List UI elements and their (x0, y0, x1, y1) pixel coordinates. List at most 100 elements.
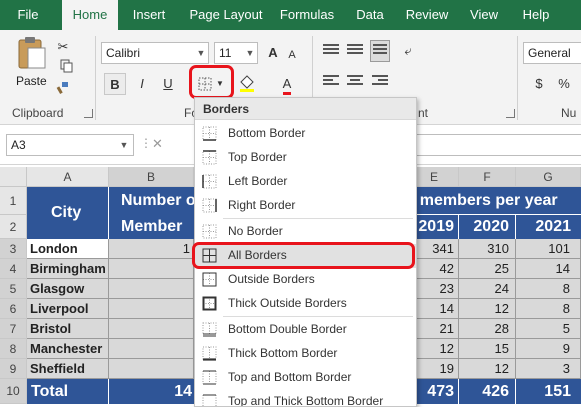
menu-item-thick-outside-borders[interactable]: Thick Outside Borders (195, 292, 416, 316)
value-cell[interactable]: 12 (459, 299, 516, 319)
align-middle-icon[interactable] (347, 44, 363, 58)
row-header-7[interactable]: 7 (0, 319, 27, 339)
tab-home[interactable]: Home (62, 0, 118, 30)
italic-button[interactable]: I (132, 73, 152, 95)
city-header-cell[interactable]: City (27, 187, 109, 239)
value-cell[interactable] (109, 279, 194, 299)
menu-item-bottom-double-border[interactable]: Bottom Double Border (195, 318, 416, 342)
total-cell[interactable]: 473 (410, 379, 459, 404)
align-center-icon[interactable] (347, 75, 363, 89)
menu-item-right-border[interactable]: Right Border (195, 194, 416, 218)
value-cell[interactable]: 23 (410, 279, 459, 299)
select-all-corner[interactable] (0, 167, 27, 187)
number-format-dropdown[interactable]: General (523, 42, 581, 64)
row-header-8[interactable]: 8 (0, 339, 27, 359)
decrease-font-button[interactable]: A (284, 44, 300, 66)
value-cell[interactable]: 8 (516, 299, 581, 319)
tab-review[interactable]: Review (402, 0, 452, 30)
menu-item-no-border[interactable]: No Border (195, 220, 416, 244)
city-cell[interactable]: Glasgow (27, 279, 109, 299)
formula-input[interactable] (414, 134, 581, 156)
value-cell[interactable] (109, 259, 194, 279)
tab-data[interactable]: Data (350, 0, 390, 30)
column-header-g[interactable]: G (516, 167, 581, 187)
year-header-cell[interactable]: 2020 (459, 215, 516, 239)
value-cell[interactable]: 5 (516, 319, 581, 339)
menu-item-left-border[interactable]: Left Border (195, 170, 416, 194)
menu-item-top-and-thick-bottom-border[interactable]: Top and Thick Bottom Border (195, 390, 416, 406)
total-cell[interactable]: 14 (109, 379, 194, 404)
bold-button[interactable]: B (104, 73, 126, 95)
value-cell[interactable]: 14 (516, 259, 581, 279)
menu-item-top-border[interactable]: Top Border (195, 146, 416, 170)
row-header-9[interactable]: 9 (0, 359, 27, 379)
value-cell[interactable]: 341 (410, 239, 459, 259)
value-cell[interactable]: 19 (410, 359, 459, 379)
column-header-a[interactable]: A (27, 167, 109, 187)
row-header-3[interactable]: 3 (0, 239, 27, 259)
tab-view[interactable]: View (464, 0, 504, 30)
city-cell[interactable]: London (27, 239, 109, 259)
tab-help[interactable]: Help (514, 0, 558, 30)
percent-style-button[interactable]: % (554, 73, 574, 95)
value-cell[interactable]: 24 (459, 279, 516, 299)
alignment-dialog-launcher[interactable] (506, 109, 515, 118)
column-header-f[interactable]: F (459, 167, 516, 187)
font-size-dropdown[interactable]: 11 ▼ (214, 42, 258, 64)
accounting-format-button[interactable]: $ (529, 73, 549, 95)
value-cell[interactable]: 25 (459, 259, 516, 279)
name-box[interactable]: A3 ▼ (6, 134, 134, 156)
value-cell[interactable] (109, 319, 194, 339)
font-color-button[interactable]: A (274, 73, 300, 95)
menu-item-outside-borders[interactable]: Outside Borders (195, 268, 416, 292)
value-cell[interactable]: 101 (516, 239, 581, 259)
tab-page-layout[interactable]: Page Layout (184, 0, 268, 30)
clipboard-dialog-launcher[interactable] (84, 109, 93, 118)
row-header-4[interactable]: 4 (0, 259, 27, 279)
value-cell[interactable]: 12 (459, 359, 516, 379)
value-cell[interactable]: 15 (459, 339, 516, 359)
tab-insert[interactable]: Insert (124, 0, 174, 30)
value-cell[interactable]: 9 (516, 339, 581, 359)
underline-button[interactable]: U (156, 73, 180, 95)
column-header-b[interactable]: B (109, 167, 194, 187)
column-header-e[interactable]: E (410, 167, 459, 187)
city-cell[interactable]: Bristol (27, 319, 109, 339)
value-cell[interactable] (109, 359, 194, 379)
value-cell[interactable]: 14 (410, 299, 459, 319)
value-cell[interactable]: 28 (459, 319, 516, 339)
value-cell[interactable]: 310 (459, 239, 516, 259)
copy-button[interactable] (54, 58, 80, 80)
row-header-1[interactable]: 1 (0, 187, 27, 215)
value-cell[interactable]: 42 (410, 259, 459, 279)
cancel-icon[interactable]: ✕ (152, 136, 163, 152)
align-right-icon[interactable] (372, 75, 388, 89)
value-cell[interactable]: 3 (516, 359, 581, 379)
city-cell[interactable]: Birmingham (27, 259, 109, 279)
value-cell[interactable]: 8 (516, 279, 581, 299)
city-cell[interactable]: Manchester (27, 339, 109, 359)
year-header-cell[interactable]: 2021 (516, 215, 581, 239)
row-header-6[interactable]: 6 (0, 299, 27, 319)
align-bottom-icon[interactable] (370, 40, 390, 62)
paste-button[interactable]: Paste (12, 36, 52, 92)
total-label-cell[interactable]: Total (27, 379, 109, 404)
menu-item-bottom-border[interactable]: Bottom Border (195, 122, 416, 146)
total-cell[interactable]: 151 (516, 379, 581, 404)
menu-item-thick-bottom-border[interactable]: Thick Bottom Border (195, 342, 416, 366)
tab-file[interactable]: File (6, 0, 50, 30)
increase-font-button[interactable]: A (264, 42, 282, 64)
align-left-icon[interactable] (323, 75, 339, 89)
tab-formulas[interactable]: Formulas (276, 0, 338, 30)
wrap-text-button[interactable]: ⤶ (398, 40, 418, 62)
city-cell[interactable]: Sheffield (27, 359, 109, 379)
format-painter-button[interactable] (54, 80, 72, 102)
value-cell[interactable]: 12 (410, 339, 459, 359)
menu-item-top-and-bottom-border[interactable]: Top and Bottom Border (195, 366, 416, 390)
cut-button[interactable]: ✂ (54, 36, 72, 58)
font-name-dropdown[interactable]: Calibri ▼ (101, 42, 209, 64)
row-header-10[interactable]: 10 (0, 379, 27, 404)
total-cell[interactable]: 426 (459, 379, 516, 404)
value-cell[interactable]: 21 (410, 319, 459, 339)
year-header-cell[interactable]: 2019 (410, 215, 459, 239)
